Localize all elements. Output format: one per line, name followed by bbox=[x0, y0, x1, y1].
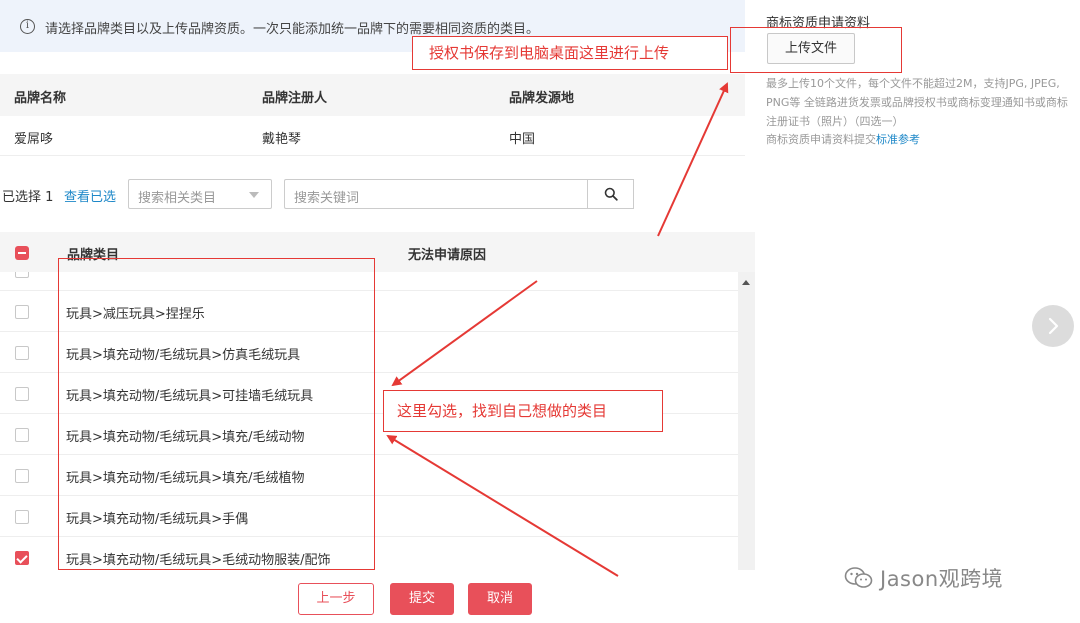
row-checkbox[interactable] bbox=[15, 272, 29, 278]
watermark: Jason观跨境 bbox=[844, 563, 1003, 595]
select-hint-annotation: 这里勾选，找到自己想做的类目 bbox=[383, 390, 663, 432]
qualification-note: 商标资质申请资料提交标准参考 bbox=[766, 131, 920, 147]
category-search-placeholder: 搜索相关类目 bbox=[138, 191, 217, 206]
row-checkbox[interactable] bbox=[15, 346, 29, 360]
chevron-down-icon bbox=[249, 192, 259, 198]
selected-count: 已选择 1 bbox=[2, 190, 54, 205]
brand-origin-header: 品牌发源地 bbox=[509, 91, 575, 106]
cancel-button[interactable]: 取消 bbox=[468, 583, 532, 615]
brand-name-cell: 爱屌哆 bbox=[14, 132, 54, 147]
keyword-search-input[interactable]: 搜索关键词 bbox=[284, 179, 587, 209]
row-checkbox[interactable] bbox=[15, 510, 29, 524]
row-checkbox[interactable] bbox=[15, 428, 29, 442]
search-icon bbox=[604, 187, 618, 201]
row-checkbox-checked[interactable] bbox=[15, 551, 29, 565]
category-search-select[interactable]: 搜索相关类目 bbox=[128, 179, 272, 209]
select-all-checkbox[interactable] bbox=[15, 246, 29, 260]
brand-origin-cell: 中国 bbox=[509, 132, 536, 147]
brand-table-row: 爱屌哆 戴艳琴 中国 bbox=[0, 116, 745, 156]
brand-table-header: 品牌名称 品牌注册人 品牌发源地 bbox=[0, 74, 745, 116]
keyword-search-button[interactable] bbox=[587, 179, 634, 209]
watermark-text: Jason观跨境 bbox=[880, 567, 1004, 591]
reason-column-header: 无法申请原因 bbox=[408, 248, 487, 263]
info-icon: i bbox=[20, 19, 35, 34]
upload-description: 最多上传10个文件，每个文件不能超过2M，支持JPG, JPEG, PNG等 全… bbox=[766, 77, 1068, 128]
category-highlight-box bbox=[58, 258, 375, 570]
scroll-up-icon[interactable] bbox=[742, 280, 750, 285]
view-selected-link[interactable]: 查看已选 bbox=[64, 186, 116, 205]
submit-button[interactable]: 提交 bbox=[390, 583, 454, 615]
prev-step-button[interactable]: 上一步 bbox=[298, 583, 374, 615]
standard-reference-link[interactable]: 标准参考 bbox=[876, 133, 920, 146]
row-checkbox[interactable] bbox=[15, 469, 29, 483]
next-page-button[interactable] bbox=[1032, 305, 1074, 347]
row-checkbox[interactable] bbox=[15, 387, 29, 401]
scrollbar[interactable] bbox=[738, 272, 755, 570]
note-text: 商标资质申请资料提交 bbox=[766, 133, 876, 146]
wechat-icon bbox=[844, 566, 874, 595]
brand-registrant-cell: 戴艳琴 bbox=[262, 132, 302, 147]
info-text: 请选择品牌类目以及上传品牌资质。一次只能添加统一品牌下的需要相同资质的类目。 bbox=[45, 22, 540, 37]
brand-name-header: 品牌名称 bbox=[14, 91, 67, 106]
brand-registrant-header: 品牌注册人 bbox=[262, 91, 328, 106]
upload-highlight-box bbox=[730, 27, 902, 73]
chevron-right-icon bbox=[1048, 317, 1059, 335]
row-checkbox[interactable] bbox=[15, 305, 29, 319]
keyword-search-placeholder: 搜索关键词 bbox=[294, 191, 360, 206]
upload-hint-annotation: 授权书保存到电脑桌面这里进行上传 bbox=[412, 36, 728, 70]
